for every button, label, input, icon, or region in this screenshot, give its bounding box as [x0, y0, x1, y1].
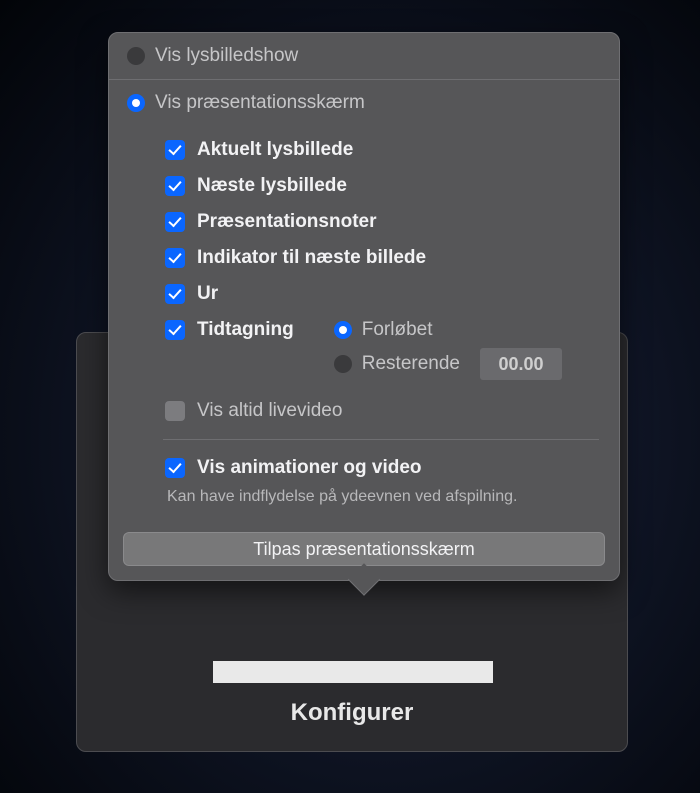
checkbox-icon	[165, 248, 185, 268]
radio-icon	[334, 321, 352, 339]
checkbox-label: Indikator til næste billede	[197, 247, 426, 269]
checkbox-label: Tidtagning	[197, 319, 294, 341]
radio-icon	[127, 47, 145, 65]
display-preview	[213, 661, 493, 683]
checkbox-next-slide[interactable]: Næste lysbillede	[165, 168, 599, 204]
divider	[163, 439, 599, 440]
checkbox-icon	[165, 458, 185, 478]
checkbox-presenter-notes[interactable]: Præsentationsnoter	[165, 204, 599, 240]
radio-option-show-presenter[interactable]: Vis præsentationsskærm	[109, 80, 619, 126]
checkbox-label: Aktuelt lysbillede	[197, 139, 353, 161]
checkbox-timing[interactable]: Tidtagning Forløbet	[165, 312, 599, 348]
checkbox-label: Ur	[197, 283, 218, 305]
configure-button[interactable]: Konfigurer	[77, 699, 627, 727]
radio-icon	[334, 355, 352, 373]
presenter-display-popover: Vis lysbilledshow Vis præsentationsskærm…	[108, 32, 620, 581]
checkbox-icon	[165, 284, 185, 304]
checkbox-icon	[165, 320, 185, 340]
checkbox-current-slide[interactable]: Aktuelt lysbillede	[165, 132, 599, 168]
checkbox-icon	[165, 176, 185, 196]
checkbox-icon	[165, 140, 185, 160]
radio-label: Vis præsentationsskærm	[155, 92, 365, 114]
checkbox-label: Vis animationer og video	[197, 457, 422, 479]
remaining-time-field[interactable]: 00.00	[480, 348, 562, 380]
radio-label: Vis lysbilledshow	[155, 45, 298, 67]
checkbox-label: Præsentationsnoter	[197, 211, 376, 233]
timing-elapsed-option[interactable]: Forløbet	[334, 319, 433, 341]
customize-presenter-display-button[interactable]: Tilpas præsentationsskærm	[123, 532, 605, 566]
radio-label: Forløbet	[362, 319, 433, 341]
radio-icon	[127, 94, 145, 112]
checkbox-animations-video[interactable]: Vis animationer og video	[165, 450, 599, 486]
radio-option-show-slideshow[interactable]: Vis lysbilledshow	[109, 33, 619, 79]
animations-hint: Kan have indflydelse på ydeevnen ved afs…	[165, 486, 599, 516]
checkbox-icon	[165, 401, 185, 421]
timing-remaining-option[interactable]: Resterende 00.00	[334, 348, 562, 380]
checkbox-live-video[interactable]: Vis altid livevideo	[165, 393, 599, 429]
radio-label: Resterende	[362, 353, 460, 375]
checkbox-next-indicator[interactable]: Indikator til næste billede	[165, 240, 599, 276]
presenter-options: Aktuelt lysbillede Næste lysbillede Præs…	[109, 126, 619, 526]
checkbox-clock[interactable]: Ur	[165, 276, 599, 312]
checkbox-icon	[165, 212, 185, 232]
checkbox-label: Næste lysbillede	[197, 175, 347, 197]
checkbox-label: Vis altid livevideo	[197, 400, 342, 422]
